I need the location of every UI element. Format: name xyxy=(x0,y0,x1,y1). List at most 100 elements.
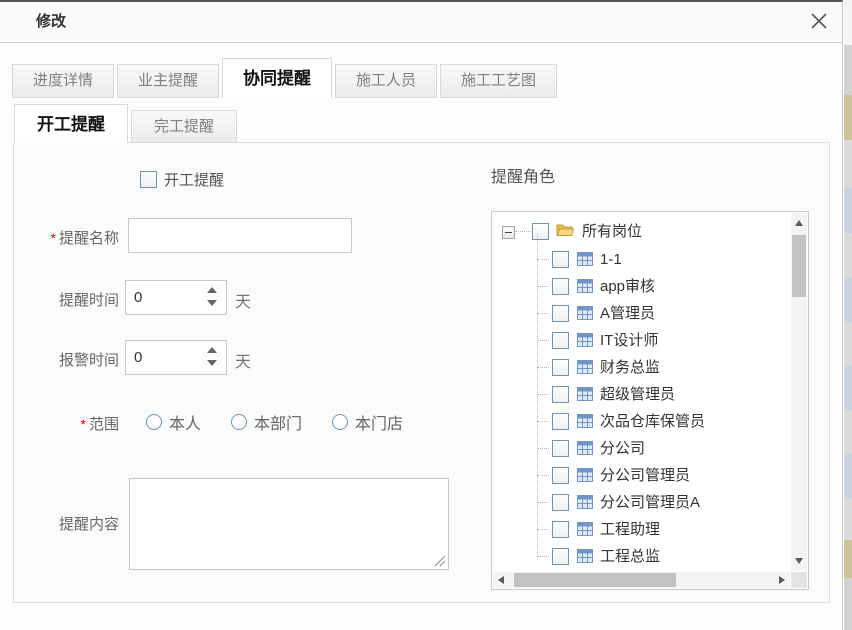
tree-node-checkbox[interactable] xyxy=(552,494,569,511)
tree-node-checkbox[interactable] xyxy=(552,386,569,403)
scope-option-本人: 本人 xyxy=(146,410,201,434)
tree-connector-stub xyxy=(537,475,549,476)
scrollbar-corner xyxy=(791,572,807,588)
tab-协同提醒[interactable]: 协同提醒 xyxy=(222,58,332,98)
tree-connector-stub xyxy=(537,367,549,368)
tab-施工人员[interactable]: 施工人员 xyxy=(335,64,437,98)
tree-node[interactable]: 次品仓库保管员 xyxy=(492,408,791,435)
role-icon xyxy=(576,277,594,295)
tree-node-label[interactable]: 分公司 xyxy=(600,435,645,462)
radio-本人[interactable] xyxy=(146,414,162,430)
tree-node[interactable]: app审核 xyxy=(492,273,791,300)
name-field-label: *提醒名称 xyxy=(14,227,119,248)
main-tab-bar: 进度详情业主提醒协同提醒施工人员施工工艺图 xyxy=(12,57,560,98)
dialog-header: 修改 xyxy=(0,2,842,43)
scope-option-本门店: 本门店 xyxy=(332,410,403,434)
tree-node-checkbox[interactable] xyxy=(552,413,569,430)
role-icon xyxy=(576,304,594,322)
remind-time-input[interactable] xyxy=(126,281,210,314)
tree-node[interactable]: 分公司管理员 xyxy=(492,462,791,489)
tree-node-label[interactable]: 次品仓库保管员 xyxy=(600,408,705,435)
background-band xyxy=(844,410,852,454)
horizontal-scrollbar[interactable] xyxy=(493,572,790,588)
content-field-label: 提醒内容 xyxy=(14,513,119,534)
tree-node-checkbox[interactable] xyxy=(552,251,569,268)
role-icon xyxy=(576,358,594,376)
tab-施工工艺图[interactable]: 施工工艺图 xyxy=(440,64,557,98)
tree-node[interactable]: 工程总监 xyxy=(492,543,791,570)
close-icon[interactable] xyxy=(809,11,829,31)
scroll-up-icon[interactable] xyxy=(791,215,807,231)
tree-node-checkbox[interactable] xyxy=(552,305,569,322)
tree-node-checkbox[interactable] xyxy=(552,332,569,349)
subtab-开工提醒[interactable]: 开工提醒 xyxy=(14,104,128,143)
tree-connector-stub xyxy=(537,502,549,503)
background-band xyxy=(844,0,852,45)
radio-本部门[interactable] xyxy=(231,414,247,430)
background-band xyxy=(844,278,852,322)
tree-node[interactable]: 分公司 xyxy=(492,435,791,462)
required-asterisk: * xyxy=(51,230,56,246)
tree-connector-stub xyxy=(537,394,549,395)
background-band xyxy=(844,45,852,95)
reminder-name-input[interactable] xyxy=(128,218,352,253)
tab-进度详情[interactable]: 进度详情 xyxy=(12,64,114,98)
tree-node-label[interactable]: 超级管理员 xyxy=(600,381,675,408)
vertical-scrollbar-thumb[interactable] xyxy=(792,235,806,297)
spinner-up-icon[interactable] xyxy=(206,347,218,355)
tree-node-checkbox[interactable] xyxy=(552,359,569,376)
tree-node[interactable]: 分公司管理员A xyxy=(492,489,791,516)
tree-node[interactable]: IT设计师 xyxy=(492,327,791,354)
tree-node-label[interactable]: IT设计师 xyxy=(600,327,658,354)
scroll-down-icon[interactable] xyxy=(791,553,807,569)
spinner-down-icon[interactable] xyxy=(206,360,218,368)
tree-node-label[interactable]: 工程助理 xyxy=(600,516,660,543)
tree-node-label[interactable]: 财务总监 xyxy=(600,354,660,381)
alarm-time-label: 报警时间 xyxy=(14,349,119,370)
tree-node[interactable]: 1-1 xyxy=(492,246,791,273)
background-band xyxy=(844,140,852,188)
reminder-content-textarea[interactable] xyxy=(130,479,448,569)
tree-node-label[interactable]: 工程总监 xyxy=(600,543,660,570)
background-band xyxy=(844,578,852,630)
horizontal-scrollbar-thumb[interactable] xyxy=(514,573,676,587)
role-icon xyxy=(576,250,594,268)
tree-node-checkbox[interactable] xyxy=(552,278,569,295)
start-reminder-checkbox[interactable] xyxy=(140,171,157,188)
tree-node-checkbox[interactable] xyxy=(552,521,569,538)
tree-node-label[interactable]: app审核 xyxy=(600,273,655,300)
spinner-up-icon[interactable] xyxy=(206,287,218,295)
tree-node-checkbox[interactable] xyxy=(552,548,569,565)
tree-connector-stub xyxy=(537,529,549,530)
tree-node[interactable]: 工程助理 xyxy=(492,516,791,543)
roles-tree: 所有岗位 1-1 app审核 A管理员 IT设计师 财务总监 xyxy=(492,212,791,572)
spinner-down-icon[interactable] xyxy=(206,300,218,308)
tree-node-checkbox[interactable] xyxy=(552,440,569,457)
tree-node-label[interactable]: 所有岗位 xyxy=(582,218,642,246)
role-icon xyxy=(576,493,594,511)
tab-业主提醒[interactable]: 业主提醒 xyxy=(117,64,219,98)
screen: 修改 进度详情业主提醒协同提醒施工人员施工工艺图 开工提醒完工提醒 开工提醒 *… xyxy=(0,0,852,630)
tree-node[interactable]: A管理员 xyxy=(492,300,791,327)
tree-node[interactable]: 财务总监 xyxy=(492,354,791,381)
tree-connector-stub xyxy=(537,556,549,557)
tree-node-checkbox[interactable] xyxy=(532,223,549,240)
radio-本门店[interactable] xyxy=(332,414,348,430)
tree-node-checkbox[interactable] xyxy=(552,467,569,484)
vertical-scrollbar[interactable] xyxy=(791,213,807,571)
subtab-完工提醒[interactable]: 完工提醒 xyxy=(131,110,237,143)
tree-node-label[interactable]: 分公司管理员 xyxy=(600,462,690,489)
tree-node-label[interactable]: 1-1 xyxy=(600,246,622,273)
scroll-left-icon[interactable] xyxy=(493,572,509,588)
tree-node-label[interactable]: A管理员 xyxy=(600,300,655,327)
collapse-icon[interactable] xyxy=(502,226,515,239)
background-band xyxy=(844,366,852,410)
background-band xyxy=(844,498,852,540)
scroll-right-icon[interactable] xyxy=(774,572,790,588)
tree-node-label[interactable]: 分公司管理员A xyxy=(600,489,700,516)
reminder-content-wrapper xyxy=(129,478,449,570)
alarm-time-input[interactable] xyxy=(126,341,210,374)
tab-content-panel: 开工提醒 *提醒名称 提醒时间 天 报警时间 天 xyxy=(13,142,830,603)
tree-node[interactable]: 超级管理员 xyxy=(492,381,791,408)
role-icon xyxy=(576,412,594,430)
